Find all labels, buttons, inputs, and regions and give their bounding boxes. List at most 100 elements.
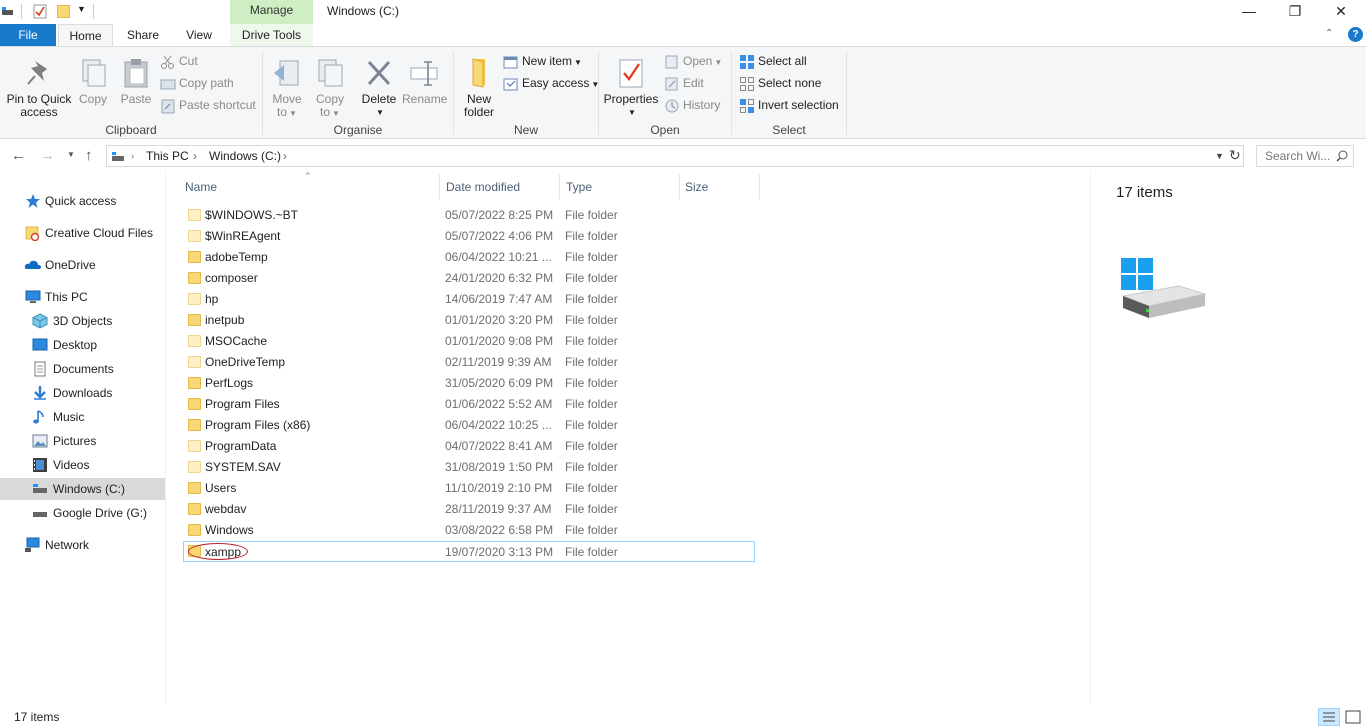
paste-button[interactable]: Paste — [117, 57, 155, 106]
breadcrumb-windows-c[interactable]: Windows (C:) — [209, 149, 281, 163]
cut-button[interactable]: Cut — [160, 52, 198, 72]
folder-icon — [188, 440, 201, 452]
nav-item-videos[interactable]: Videos — [0, 454, 165, 476]
file-type: File folder — [565, 481, 618, 495]
recent-locations-chevron-icon[interactable]: ▼ — [67, 150, 75, 159]
nav-item-3d-objects[interactable]: 3D Objects — [0, 310, 165, 332]
file-row[interactable]: webdav 28/11/2019 9:37 AM File folder — [183, 499, 755, 520]
column-separator[interactable] — [679, 174, 680, 199]
nav-item-onedrive[interactable]: OneDrive — [0, 254, 165, 276]
properties-caret-icon: ▼ — [628, 108, 636, 117]
new-folder-qat-icon[interactable] — [57, 5, 70, 18]
file-name: PerfLogs — [205, 376, 254, 390]
column-header-name[interactable]: Name — [185, 180, 217, 194]
column-separator[interactable] — [439, 174, 440, 199]
nav-item-windows-c[interactable]: Windows (C:) — [0, 478, 165, 500]
tab-drive-tools[interactable]: Drive Tools — [230, 24, 313, 46]
file-row[interactable]: Windows 03/08/2022 6:58 PM File folder — [183, 520, 755, 541]
breadcrumb-this-pc[interactable]: This PC — [146, 149, 189, 163]
breadcrumb-chevron-icon[interactable]: › — [131, 151, 134, 161]
file-row[interactable]: PerfLogs 31/05/2020 6:09 PM File folder — [183, 373, 755, 394]
manage-context-tab[interactable]: Manage — [230, 0, 313, 24]
minimize-ribbon-icon[interactable]: ⌃ — [1325, 28, 1333, 39]
refresh-icon[interactable]: ↻ — [1229, 147, 1241, 164]
open-button[interactable]: Open ▼ — [664, 52, 722, 72]
close-button[interactable]: ✕ — [1318, 0, 1364, 24]
nav-item-network[interactable]: Network — [0, 534, 165, 556]
nav-item-downloads[interactable]: Downloads — [0, 382, 165, 404]
breadcrumb-chevron-icon[interactable]: › — [283, 149, 287, 163]
nav-item-desktop[interactable]: Desktop — [0, 334, 165, 356]
manage-label: Manage — [249, 3, 294, 17]
file-row[interactable]: Users 11/10/2019 2:10 PM File folder — [183, 478, 755, 499]
nav-item-documents[interactable]: Documents — [0, 358, 165, 380]
address-bar[interactable]: › This PC › Windows (C:) › ▼ ↻ — [106, 145, 1244, 167]
back-arrow-icon[interactable]: ← — [11, 147, 26, 164]
file-row[interactable]: inetpub 01/01/2020 3:20 PM File folder — [183, 310, 755, 331]
easy-access-button[interactable]: Easy access ▼ — [503, 74, 599, 94]
properties-button[interactable]: Properties ▼ — [603, 57, 659, 119]
desktop-icon — [32, 337, 48, 353]
column-header-date-modified[interactable]: Date modified — [446, 180, 520, 194]
nav-item-music[interactable]: Music — [0, 406, 165, 428]
column-header-size[interactable]: Size — [685, 180, 708, 194]
file-row[interactable]: $WinREAgent 05/07/2022 4:06 PM File folder — [183, 226, 755, 247]
file-type: File folder — [565, 355, 618, 369]
large-icons-view-icon[interactable] — [1344, 709, 1362, 725]
tab-file[interactable]: File — [0, 24, 56, 46]
copy-path-button[interactable]: Copy path — [160, 74, 234, 94]
copy-to-button[interactable]: Copy to ▼ — [311, 57, 349, 120]
select-none-button[interactable]: Select none — [739, 74, 821, 94]
select-all-button[interactable]: Select all — [739, 52, 807, 72]
rename-button[interactable]: Rename — [402, 57, 447, 106]
file-row[interactable]: OneDriveTemp 02/11/2019 9:39 AM File folde… — [183, 352, 755, 373]
file-row[interactable]: $WINDOWS.~BT 05/07/2022 8:25 PM File folde… — [183, 205, 755, 226]
file-row[interactable]: MSOCache 01/01/2020 9:08 PM File folder — [183, 331, 755, 352]
edit-button[interactable]: Edit — [664, 74, 704, 94]
tab-view[interactable]: View — [176, 24, 222, 46]
ribbon: Pin to Quick access Copy Paste Cut Copy … — [0, 46, 1366, 139]
help-icon[interactable]: ? — [1348, 27, 1363, 42]
file-row[interactable]: SYSTEM.SAV 31/08/2019 1:50 PM File folder — [183, 457, 755, 478]
details-view-icon[interactable] — [1318, 708, 1340, 726]
file-date: 05/07/2022 8:25 PM — [445, 208, 554, 222]
column-separator[interactable] — [759, 174, 760, 199]
file-row[interactable]: ProgramData 04/07/2022 8:41 AM File folder — [183, 436, 755, 457]
up-arrow-icon[interactable]: ↑ — [85, 147, 93, 164]
nav-item-pictures[interactable]: Pictures — [0, 430, 165, 452]
folder-icon — [188, 209, 201, 221]
file-type: File folder — [565, 523, 618, 537]
file-row[interactable]: composer 24/01/2020 6:32 PM File folder — [183, 268, 755, 289]
invert-selection-button[interactable]: Invert selection — [739, 96, 839, 116]
new-item-button[interactable]: New item ▼ — [503, 52, 582, 72]
file-row[interactable]: adobeTemp 06/04/2022 10:21 ... File folder — [183, 247, 755, 268]
file-row-selected[interactable]: xampp 19/07/2020 3:13 PM File folder — [183, 541, 755, 562]
delete-button[interactable]: Delete ▼ — [358, 57, 400, 119]
file-row[interactable]: Program Files (x86) 06/04/2022 10:25 ... F… — [183, 415, 755, 436]
file-row[interactable]: hp 14/06/2019 7:47 AM File folder — [183, 289, 755, 310]
nav-item-google-drive[interactable]: Google Drive (G:) — [0, 502, 165, 524]
tab-home[interactable]: Home — [58, 24, 113, 47]
history-button[interactable]: History — [664, 96, 720, 116]
new-folder-button[interactable]: New folder — [459, 57, 499, 119]
pin-to-quick-access-button[interactable]: Pin to Quick access — [4, 57, 74, 119]
column-header-type[interactable]: Type — [566, 180, 592, 194]
tab-share[interactable]: Share — [118, 24, 168, 46]
nav-item-quick-access[interactable]: Quick access — [0, 190, 165, 212]
properties-qat-icon[interactable] — [33, 4, 47, 19]
breadcrumb-chevron-icon[interactable]: › — [193, 149, 197, 163]
copy-button[interactable]: Copy — [76, 57, 110, 106]
forward-arrow-icon[interactable]: → — [40, 147, 55, 164]
nav-item-this-pc[interactable]: This PC — [0, 286, 165, 308]
file-row[interactable]: Program Files 01/06/2022 5:52 AM File fold… — [183, 394, 755, 415]
search-box[interactable]: Search Wi... — [1256, 145, 1354, 167]
column-separator[interactable] — [559, 174, 560, 199]
nav-item-creative-cloud-files[interactable]: Creative Cloud Files — [0, 222, 165, 244]
address-dropdown-icon[interactable]: ▼ — [1215, 151, 1224, 161]
qat-dropdown-icon[interactable]: ▼ — [77, 4, 86, 14]
paste-shortcut-button[interactable]: Paste shortcut — [160, 96, 256, 116]
maximize-button[interactable]: ❐ — [1272, 0, 1318, 24]
minimize-button[interactable]: — — [1226, 0, 1272, 24]
file-type: File folder — [565, 292, 618, 306]
move-to-button[interactable]: Move to ▼ — [268, 57, 306, 120]
